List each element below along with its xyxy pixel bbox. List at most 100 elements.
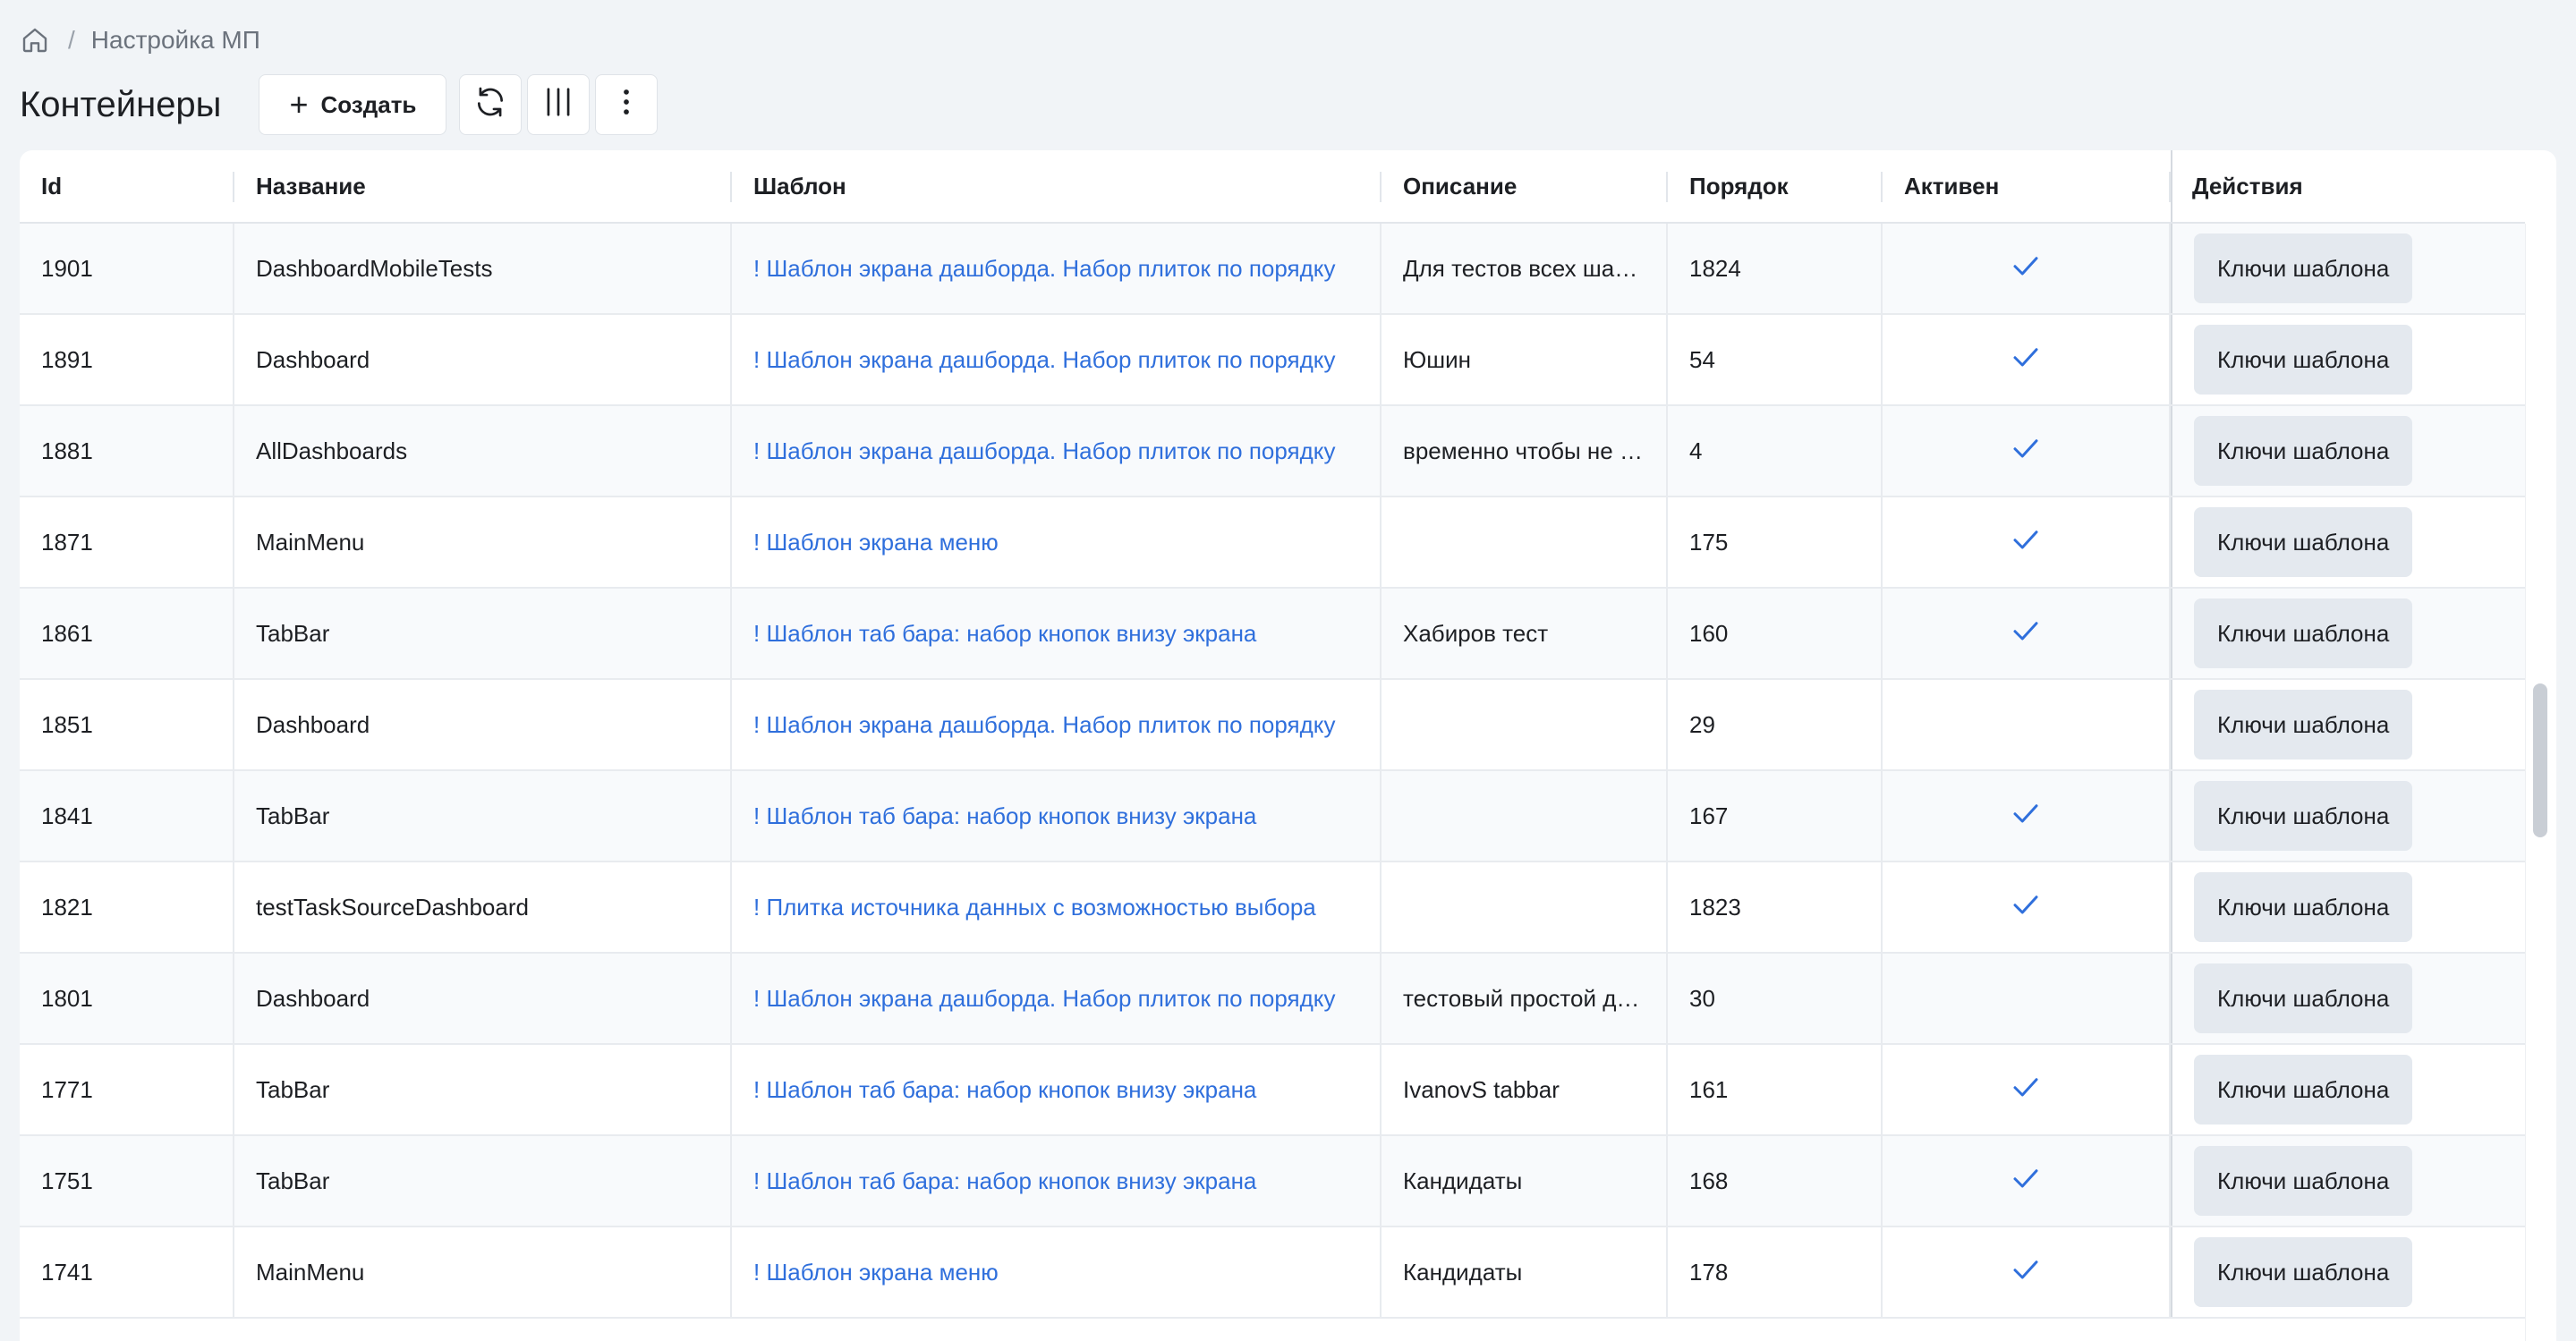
table-row[interactable]: 1861 TabBar ! Шаблон таб бара: набор кнопо… <box>20 589 2525 680</box>
cell-template-link-text[interactable]: ! Шаблон экрана дашборда. Набор плиток п… <box>753 255 1362 283</box>
cell-id-text: 1821 <box>41 893 93 921</box>
table-row[interactable]: 1851 Dashboard ! Шаблон экрана дашборда. Н… <box>20 680 2525 771</box>
table-row[interactable]: 1801 Dashboard ! Шаблон экрана дашборда. Н… <box>20 954 2525 1045</box>
cell-template-link-text[interactable]: ! Шаблон экрана дашборда. Набор плиток п… <box>753 437 1362 465</box>
cell-id: 1741 <box>20 1227 234 1317</box>
template-keys-button[interactable]: Ключи шаблона <box>2194 1055 2413 1125</box>
table-row[interactable]: 1741 MainMenu ! Шаблон экрана меню Кандидат… <box>20 1227 2525 1319</box>
cell-template-link-text[interactable]: ! Шаблон экрана меню <box>753 529 1362 556</box>
template-keys-button[interactable]: Ключи шаблона <box>2194 598 2413 668</box>
breadcrumb-separator: / <box>68 26 75 54</box>
template-keys-button[interactable]: Ключи шаблона <box>2194 963 2413 1033</box>
checkmark-icon <box>2010 432 2042 471</box>
checkmark-icon <box>2010 1162 2042 1201</box>
cell-template-link-text[interactable]: ! Шаблон экрана дашборда. Набор плиток п… <box>753 346 1362 374</box>
cell-template-link[interactable]: ! Плитка источника данных с возможностью… <box>732 862 1382 952</box>
cell-template-link[interactable]: ! Шаблон экрана дашборда. Набор плиток п… <box>732 315 1382 404</box>
more-options-button[interactable] <box>595 74 659 135</box>
table-row[interactable]: 1821 testTaskSourceDashboard ! Плитка исто… <box>20 862 2525 954</box>
breadcrumb-current[interactable]: Настройка МП <box>91 26 260 55</box>
create-button-label: Создать <box>320 90 417 118</box>
cell-description: Хабиров тест <box>1382 589 1668 678</box>
cell-template-link-text[interactable]: ! Шаблон экрана дашборда. Набор плиток п… <box>753 711 1362 739</box>
cell-template-link[interactable]: ! Шаблон экрана меню <box>732 497 1382 587</box>
column-header-name[interactable]: Название <box>234 150 732 222</box>
cell-order-text: 168 <box>1689 1167 1729 1194</box>
cell-active <box>1883 680 2171 769</box>
cell-template-link-text[interactable]: ! Шаблон таб бара: набор кнопок внизу эк… <box>753 1076 1362 1104</box>
template-keys-button[interactable]: Ключи шаблона <box>2194 872 2413 942</box>
cell-id-text: 1801 <box>41 984 93 1012</box>
cell-template-link[interactable]: ! Шаблон экрана дашборда. Набор плиток п… <box>732 680 1382 769</box>
cell-template-link[interactable]: ! Шаблон экрана дашборда. Набор плиток п… <box>732 406 1382 496</box>
template-keys-button[interactable]: Ключи шаблона <box>2194 416 2413 486</box>
cell-description: IvanovS tabbar <box>1382 1045 1668 1134</box>
columns-button[interactable] <box>527 74 591 135</box>
cell-template-link-text[interactable]: ! Шаблон таб бара: набор кнопок внизу эк… <box>753 1167 1362 1195</box>
cell-name: AllDashboards <box>234 406 732 496</box>
cell-template-link[interactable]: ! Шаблон таб бара: набор кнопок внизу эк… <box>732 589 1382 678</box>
column-header-template[interactable]: Шаблон <box>732 150 1382 222</box>
template-keys-button[interactable]: Ключи шаблона <box>2194 1237 2413 1307</box>
cell-template-link[interactable]: ! Шаблон экрана дашборда. Набор плиток п… <box>732 954 1382 1043</box>
cell-active <box>1883 224 2171 313</box>
cell-actions: Ключи шаблона <box>2171 1136 2525 1226</box>
cell-actions: Ключи шаблона <box>2171 224 2525 313</box>
column-header-description[interactable]: Описание <box>1382 150 1668 222</box>
cell-order: 167 <box>1668 771 1883 861</box>
column-header-active[interactable]: Активен <box>1883 150 2171 222</box>
cell-id: 1901 <box>20 224 234 313</box>
table-row[interactable]: 1771 TabBar ! Шаблон таб бара: набор кнопо… <box>20 1045 2525 1136</box>
cell-order-text: 161 <box>1689 1075 1729 1103</box>
cell-template-link-text[interactable]: ! Шаблон экрана дашборда. Набор плиток п… <box>753 985 1362 1013</box>
template-keys-button[interactable]: Ключи шаблона <box>2194 325 2413 395</box>
table-row[interactable]: 1891 Dashboard ! Шаблон экрана дашборда. Н… <box>20 315 2525 406</box>
cell-order: 178 <box>1668 1227 1883 1317</box>
containers-table: Id Название Шаблон Описание Порядок Акти… <box>20 150 2556 1341</box>
cell-description: временно чтобы не падало <box>1382 406 1668 496</box>
cell-name-text: TabBar <box>256 619 330 647</box>
table-row[interactable]: 1841 TabBar ! Шаблон таб бара: набор кнопо… <box>20 771 2525 862</box>
cell-id-text: 1871 <box>41 528 93 556</box>
table-row[interactable]: 1901 DashboardMobileTests ! Шаблон экрана … <box>20 224 2525 315</box>
template-keys-button[interactable]: Ключи шаблона <box>2194 690 2413 760</box>
cell-template-link-text[interactable]: ! Шаблон экрана меню <box>753 1259 1362 1286</box>
cell-id-text: 1841 <box>41 802 93 829</box>
cell-order-text: 30 <box>1689 984 1715 1012</box>
table-row[interactable]: 1881 AllDashboards ! Шаблон экрана дашборд… <box>20 406 2525 497</box>
cell-template-link-text[interactable]: ! Шаблон таб бара: набор кнопок внизу эк… <box>753 802 1362 830</box>
template-keys-button[interactable]: Ключи шаблона <box>2194 1146 2413 1216</box>
cell-template-link-text[interactable]: ! Плитка источника данных с возможностью… <box>753 894 1362 921</box>
column-header-id[interactable]: Id <box>20 150 234 222</box>
template-keys-button[interactable]: Ключи шаблона <box>2194 233 2413 303</box>
table-body: 1901 DashboardMobileTests ! Шаблон экрана … <box>20 224 2525 1341</box>
scrollbar-thumb[interactable] <box>2533 683 2547 837</box>
cell-name-text: TabBar <box>256 1075 330 1103</box>
cell-id-text: 1751 <box>41 1167 93 1194</box>
template-keys-button[interactable]: Ключи шаблона <box>2194 781 2413 851</box>
cell-template-link[interactable]: ! Шаблон таб бара: набор кнопок внизу эк… <box>732 771 1382 861</box>
cell-name: TabBar <box>234 1045 732 1134</box>
cell-active <box>1883 862 2171 952</box>
vertical-scrollbar[interactable] <box>2525 224 2556 1341</box>
cell-template-link[interactable]: ! Шаблон таб бара: набор кнопок внизу эк… <box>732 1136 1382 1226</box>
create-button[interactable]: + Создать <box>259 74 447 135</box>
cell-template-link[interactable]: ! Шаблон таб бара: набор кнопок внизу эк… <box>732 1045 1382 1134</box>
table-row[interactable]: 1751 TabBar ! Шаблон таб бара: набор кнопо… <box>20 1136 2525 1227</box>
cell-template-link-text[interactable]: ! Шаблон таб бара: набор кнопок внизу эк… <box>753 620 1362 648</box>
table-row[interactable]: 1871 MainMenu ! Шаблон экрана меню 175 Ключи… <box>20 497 2525 589</box>
cell-id-text: 1771 <box>41 1075 93 1103</box>
cell-template-link[interactable]: ! Шаблон экрана дашборда. Набор плиток п… <box>732 224 1382 313</box>
cell-actions: Ключи шаблона <box>2171 315 2525 404</box>
refresh-button[interactable] <box>459 74 523 135</box>
home-icon[interactable] <box>20 25 50 55</box>
cell-name: Dashboard <box>234 954 732 1043</box>
cell-description <box>1382 497 1668 587</box>
cell-name: TabBar <box>234 589 732 678</box>
cell-order: 54 <box>1668 315 1883 404</box>
cell-template-link[interactable]: ! Шаблон экрана меню <box>732 1227 1382 1317</box>
cell-description-text: Для тестов всех шаблонов <box>1403 254 1648 282</box>
cell-name-text: DashboardMobileTests <box>256 254 493 282</box>
template-keys-button[interactable]: Ключи шаблона <box>2194 507 2413 577</box>
column-header-order[interactable]: Порядок <box>1668 150 1883 222</box>
